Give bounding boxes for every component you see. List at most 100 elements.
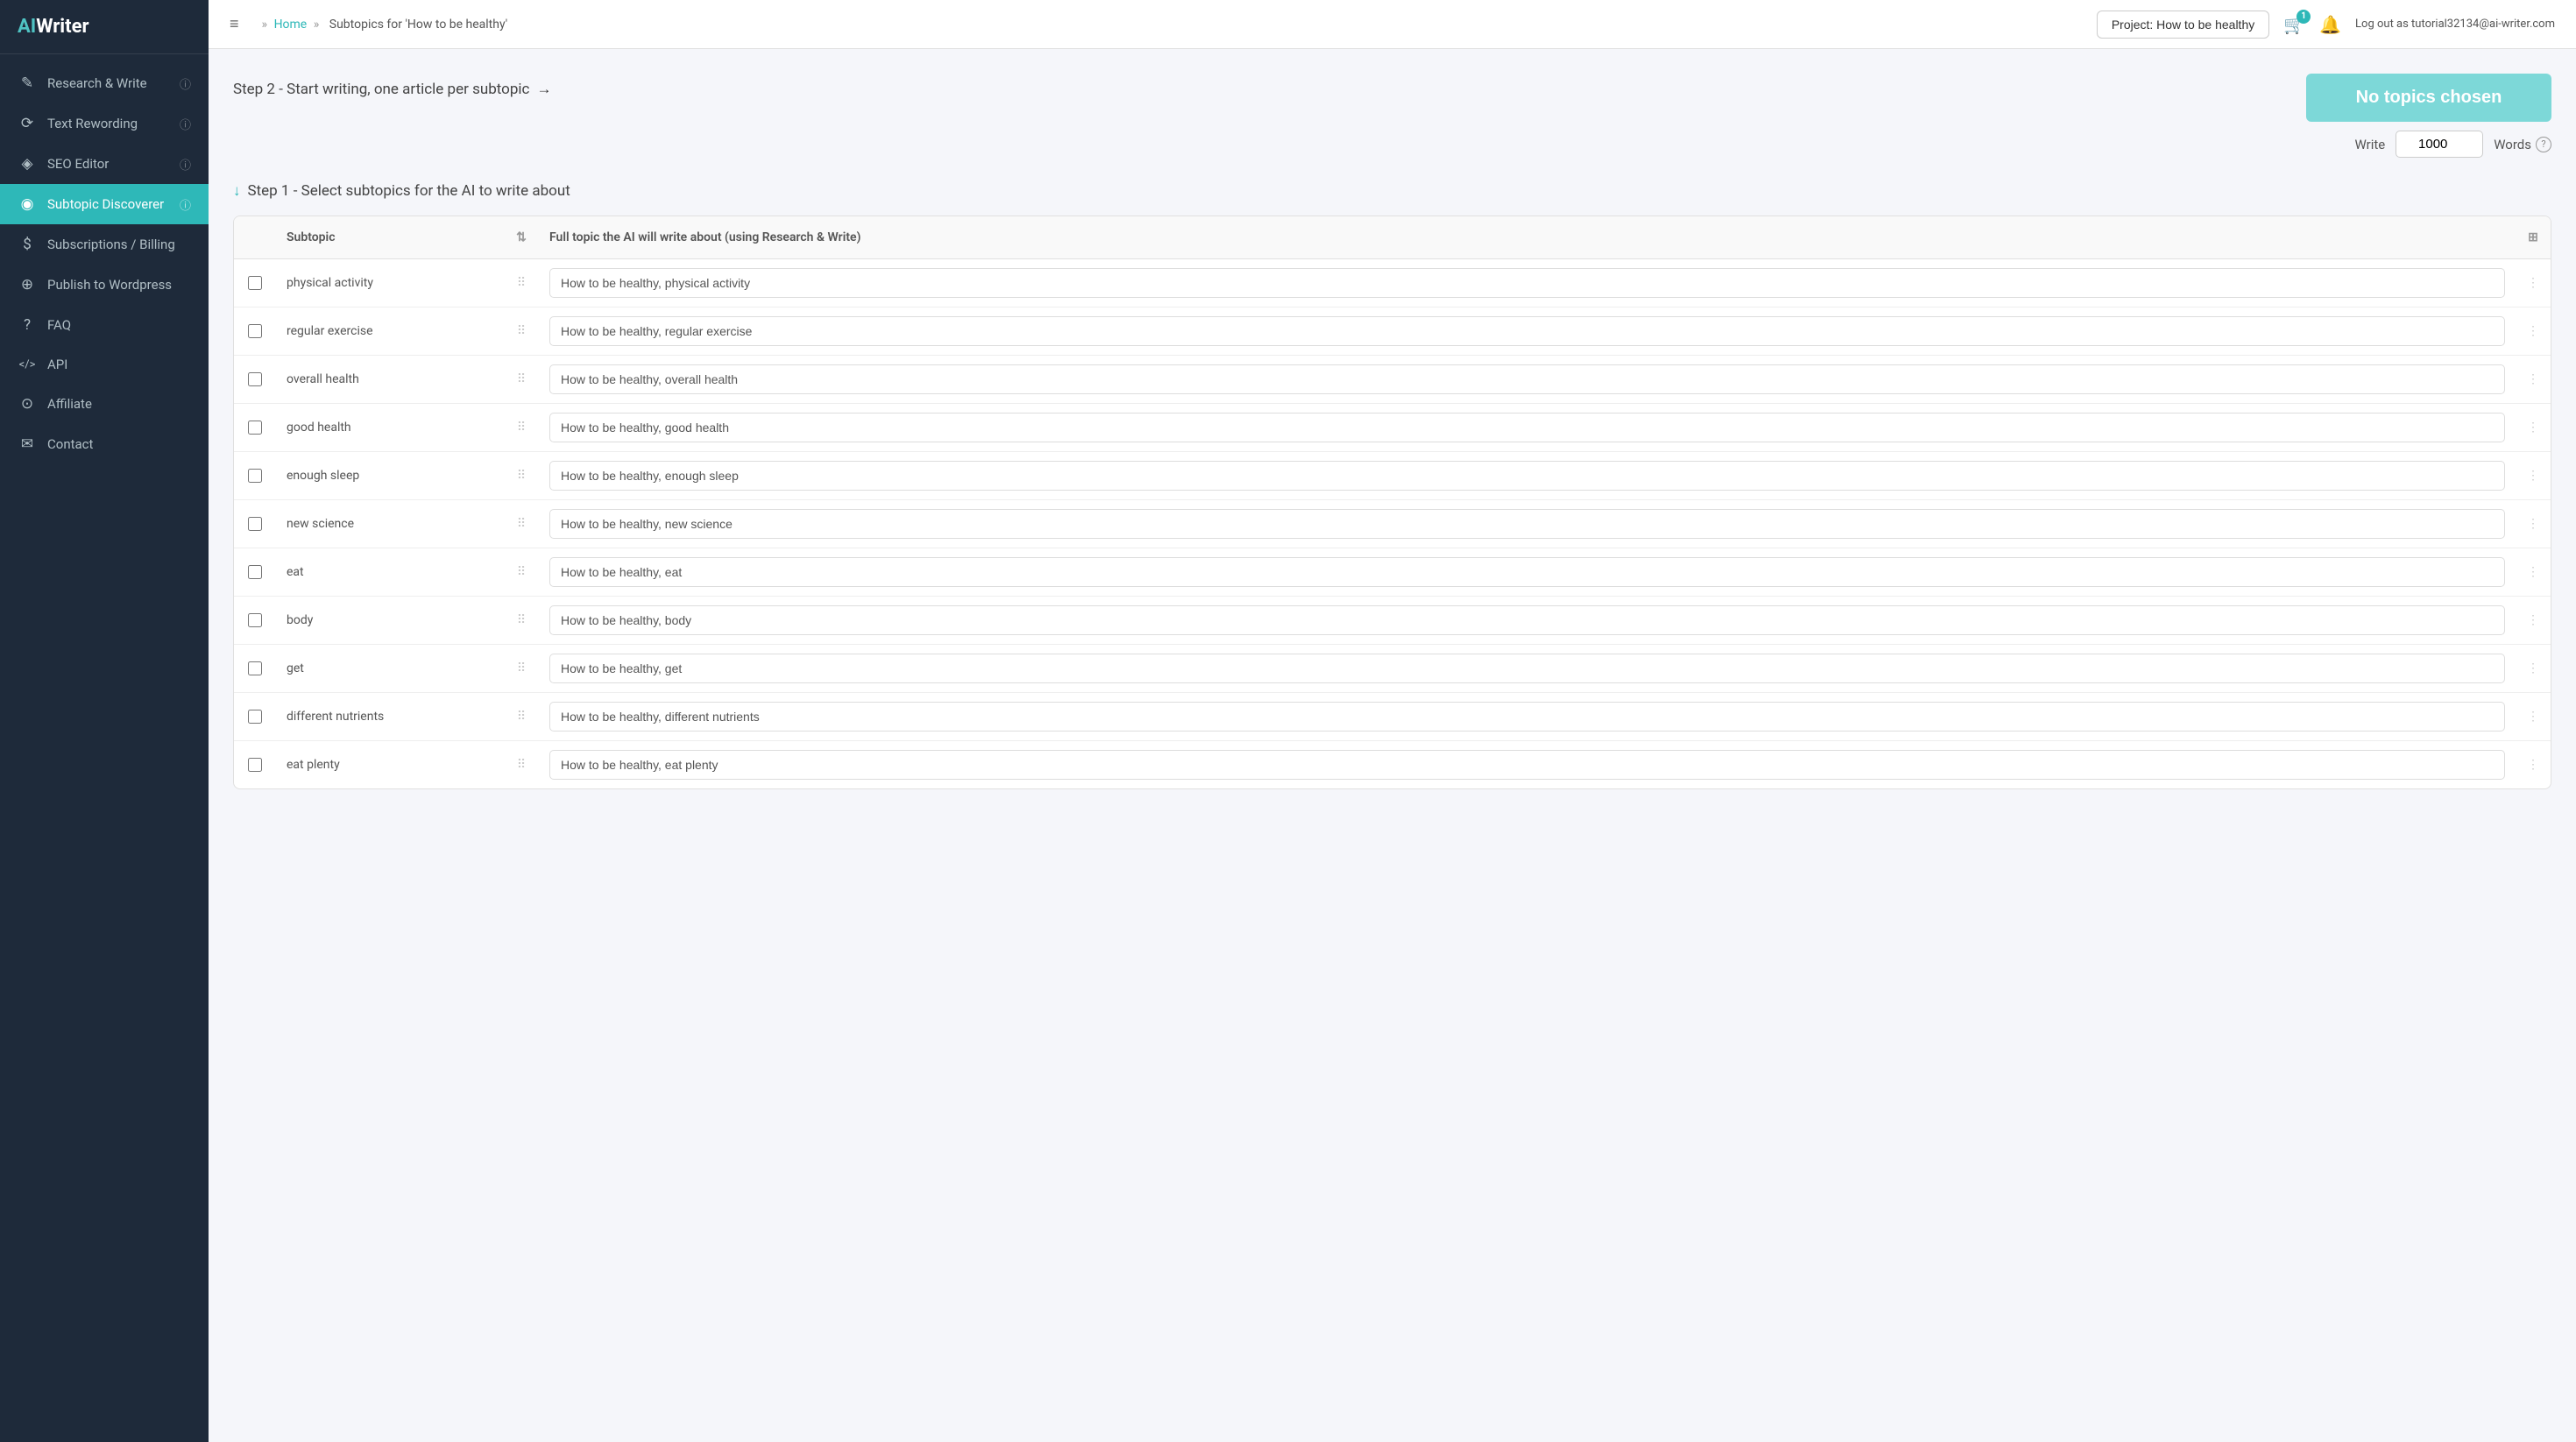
full-topic-input-2[interactable] [549, 364, 2505, 394]
row-checkbox-3[interactable] [248, 421, 262, 435]
words-input[interactable] [2396, 131, 2483, 158]
project-button[interactable]: Project: How to be healthy [2097, 11, 2269, 39]
full-topic-cell-5[interactable] [539, 500, 2516, 548]
row-checkbox-7[interactable] [248, 613, 262, 627]
drag-icon-4[interactable]: ⠿ [504, 460, 539, 491]
row-checkbox-5[interactable] [248, 517, 262, 531]
drag-icon-10[interactable]: ⠿ [504, 749, 539, 781]
checkbox-cell-5[interactable] [234, 508, 276, 540]
checkbox-cell-10[interactable] [234, 749, 276, 781]
table-row: get ⠿ ⋮ [234, 645, 2551, 693]
full-topic-input-7[interactable] [549, 605, 2505, 635]
th-full-topic: Full topic the AI will write about (usin… [539, 225, 2516, 250]
full-topic-input-3[interactable] [549, 413, 2505, 442]
sidebar-item-label: Affiliate [47, 396, 92, 412]
notifications-icon[interactable]: 🛒 1 [2283, 14, 2305, 35]
checkbox-cell-6[interactable] [234, 556, 276, 588]
text-rewording-help-icon[interactable]: ⓘ [180, 116, 191, 132]
user-info[interactable]: Log out as tutorial32134@ai-writer.com [2355, 18, 2555, 31]
full-topic-cell-10[interactable] [539, 741, 2516, 788]
row-checkbox-8[interactable] [248, 661, 262, 675]
checkbox-cell-8[interactable] [234, 653, 276, 684]
sidebar-item-research-write[interactable]: ✎ Research & Write ⓘ [0, 63, 209, 103]
api-icon: </> [18, 358, 37, 371]
research-write-help-icon[interactable]: ⓘ [180, 75, 191, 92]
row-checkbox-0[interactable] [248, 276, 262, 290]
full-topic-cell-0[interactable] [539, 259, 2516, 307]
drag-icon-0[interactable]: ⠿ [504, 267, 539, 299]
full-topic-cell-8[interactable] [539, 645, 2516, 692]
checkbox-cell-9[interactable] [234, 701, 276, 732]
full-topic-cell-6[interactable] [539, 548, 2516, 596]
full-topic-input-5[interactable] [549, 509, 2505, 539]
full-topic-input-9[interactable] [549, 702, 2505, 732]
table-header: Subtopic ⇅ Full topic the AI will write … [234, 216, 2551, 259]
full-topic-cell-3[interactable] [539, 404, 2516, 451]
full-topic-input-8[interactable] [549, 654, 2505, 683]
drag-icon-5[interactable]: ⠿ [504, 508, 539, 540]
row-checkbox-4[interactable] [248, 469, 262, 483]
drag-icon-6[interactable]: ⠿ [504, 556, 539, 588]
row-checkbox-9[interactable] [248, 710, 262, 724]
table-body: physical activity ⠿ ⋮ regular exercise ⠿… [234, 259, 2551, 788]
full-topic-cell-9[interactable] [539, 693, 2516, 740]
full-topic-input-1[interactable] [549, 316, 2505, 346]
seo-editor-help-icon[interactable]: ⓘ [180, 156, 191, 173]
sidebar-item-label: Subtopic Discoverer [47, 196, 164, 212]
table-row: different nutrients ⠿ ⋮ [234, 693, 2551, 741]
drag-icon-2[interactable]: ⠿ [504, 364, 539, 395]
checkbox-cell-4[interactable] [234, 460, 276, 491]
step2-arrow: → [536, 81, 551, 98]
menu-icon[interactable]: ≡ [230, 15, 239, 33]
checkbox-cell-3[interactable] [234, 412, 276, 443]
sidebar-item-text-rewording[interactable]: ⟳ Text Rewording ⓘ [0, 103, 209, 144]
subtopic-discoverer-icon: ◉ [18, 195, 37, 213]
sidebar-item-publish-wordpress[interactable]: ⊕ Publish to Wordpress [0, 265, 209, 305]
full-topic-input-10[interactable] [549, 750, 2505, 780]
drag-icon-7[interactable]: ⠿ [504, 604, 539, 636]
table-row: body ⠿ ⋮ [234, 597, 2551, 645]
checkbox-cell-0[interactable] [234, 267, 276, 299]
table-row: enough sleep ⠿ ⋮ [234, 452, 2551, 500]
main-content: ≡ » Home » Subtopics for 'How to be heal… [209, 0, 2576, 1442]
full-topic-cell-4[interactable] [539, 452, 2516, 499]
subtopic-name-8: get [276, 653, 504, 684]
full-topic-cell-7[interactable] [539, 597, 2516, 644]
full-topic-input-6[interactable] [549, 557, 2505, 587]
subtopic-discoverer-help-icon[interactable]: ⓘ [180, 196, 191, 213]
sidebar-item-subscriptions-billing[interactable]: $ Subscriptions / Billing [0, 224, 209, 265]
table-row: regular exercise ⠿ ⋮ [234, 307, 2551, 356]
sidebar-item-label: Text Rewording [47, 116, 138, 131]
breadcrumb-home[interactable]: Home [274, 18, 308, 32]
row-action-4: ⋮ [2516, 460, 2551, 491]
row-checkbox-10[interactable] [248, 758, 262, 772]
subtopic-name-2: overall health [276, 364, 504, 395]
sidebar-item-faq[interactable]: ? FAQ [0, 305, 209, 345]
row-checkbox-1[interactable] [248, 324, 262, 338]
full-topic-cell-1[interactable] [539, 307, 2516, 355]
bell-icon[interactable]: 🔔 [2319, 14, 2341, 35]
th-sort: ⇅ [504, 225, 539, 250]
full-topic-cell-2[interactable] [539, 356, 2516, 403]
subtopic-name-9: different nutrients [276, 701, 504, 732]
row-checkbox-6[interactable] [248, 565, 262, 579]
drag-icon-1[interactable]: ⠿ [504, 315, 539, 347]
checkbox-cell-2[interactable] [234, 364, 276, 395]
drag-icon-8[interactable]: ⠿ [504, 653, 539, 684]
sidebar-item-api[interactable]: </> API [0, 345, 209, 384]
drag-icon-9[interactable]: ⠿ [504, 701, 539, 732]
sidebar-item-seo-editor[interactable]: ◈ SEO Editor ⓘ [0, 144, 209, 184]
row-checkbox-2[interactable] [248, 372, 262, 386]
sidebar-item-subtopic-discoverer[interactable]: ◉ Subtopic Discoverer ⓘ [0, 184, 209, 224]
row-action-7: ⋮ [2516, 604, 2551, 636]
drag-icon-3[interactable]: ⠿ [504, 412, 539, 443]
checkbox-cell-7[interactable] [234, 604, 276, 636]
no-topics-button[interactable]: No topics chosen [2306, 74, 2551, 122]
sidebar-item-contact[interactable]: ✉ Contact [0, 424, 209, 464]
step1-arrow: ↓ [233, 182, 241, 200]
words-help-icon[interactable]: ? [2536, 137, 2551, 152]
sidebar-item-affiliate[interactable]: ⊙ Affiliate [0, 384, 209, 424]
checkbox-cell-1[interactable] [234, 315, 276, 347]
full-topic-input-4[interactable] [549, 461, 2505, 491]
full-topic-input-0[interactable] [549, 268, 2505, 298]
